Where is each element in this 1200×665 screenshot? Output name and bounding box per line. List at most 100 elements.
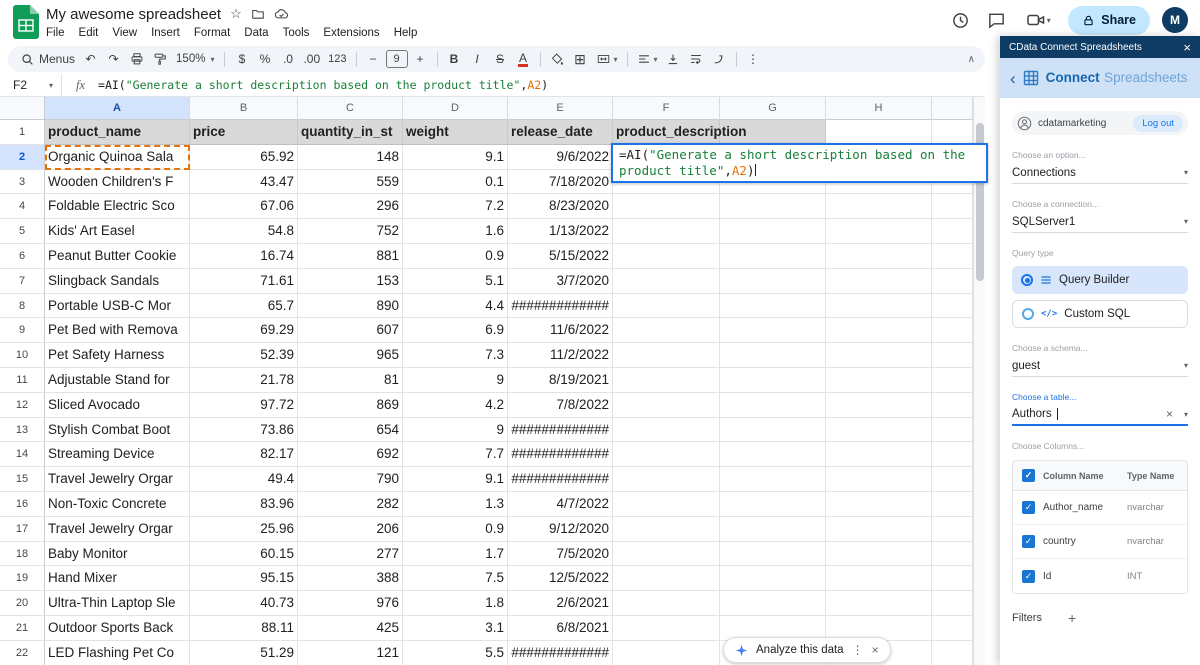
cell-B16[interactable]: 83.96 bbox=[190, 492, 298, 517]
cell-X17[interactable] bbox=[932, 517, 973, 542]
cell-B22[interactable]: 51.29 bbox=[190, 641, 298, 665]
cell-X21[interactable] bbox=[932, 616, 973, 641]
cell-X14[interactable] bbox=[932, 442, 973, 467]
cell-G15[interactable] bbox=[720, 467, 826, 492]
cell-G7[interactable] bbox=[720, 269, 826, 294]
select-all-corner[interactable] bbox=[0, 97, 45, 120]
cell-H12[interactable] bbox=[826, 393, 932, 418]
cell-H14[interactable] bbox=[826, 442, 932, 467]
horizontal-align-button[interactable]: ▾ bbox=[634, 48, 661, 70]
increase-decimal-button[interactable]: .00 bbox=[300, 48, 323, 70]
cell-A8[interactable]: Portable USB-C Mor bbox=[45, 294, 190, 319]
cell-G4[interactable] bbox=[720, 194, 826, 219]
cell-H1[interactable] bbox=[826, 120, 932, 145]
version-history-icon[interactable] bbox=[948, 8, 972, 32]
strikethrough-button[interactable]: S bbox=[490, 48, 511, 70]
cell-A3[interactable]: Wooden Children's F bbox=[45, 170, 190, 195]
cell-B10[interactable]: 52.39 bbox=[190, 343, 298, 368]
cell-E3[interactable]: 7/18/2020 bbox=[508, 170, 613, 195]
cell-B19[interactable]: 95.15 bbox=[190, 566, 298, 591]
number-format-button[interactable]: 123 bbox=[325, 48, 349, 70]
cell-G17[interactable] bbox=[720, 517, 826, 542]
column-header-E[interactable]: E bbox=[508, 97, 613, 120]
increase-font-button[interactable]: + bbox=[410, 48, 431, 70]
row-header-14[interactable]: 14 bbox=[0, 442, 45, 467]
percent-format-button[interactable]: % bbox=[254, 48, 275, 70]
row-header-20[interactable]: 20 bbox=[0, 591, 45, 616]
paint-format-button[interactable] bbox=[149, 48, 170, 70]
column-checkbox-Author_name[interactable]: ✓ bbox=[1022, 501, 1035, 514]
cell-D7[interactable]: 5.1 bbox=[403, 269, 508, 294]
menu-format[interactable]: Format bbox=[187, 26, 237, 40]
cell-H5[interactable] bbox=[826, 219, 932, 244]
chip-more-icon[interactable]: ⋮ bbox=[852, 643, 864, 657]
decrease-font-button[interactable]: − bbox=[363, 48, 384, 70]
cell-D1[interactable]: weight bbox=[403, 120, 508, 145]
cell-H10[interactable] bbox=[826, 343, 932, 368]
menu-help[interactable]: Help bbox=[387, 26, 425, 40]
cell-F16[interactable] bbox=[613, 492, 720, 517]
more-tools-button[interactable]: ⋮ bbox=[743, 48, 764, 70]
decrease-decimal-button[interactable]: .0 bbox=[277, 48, 298, 70]
cell-A21[interactable]: Outdoor Sports Back bbox=[45, 616, 190, 641]
cell-D9[interactable]: 6.9 bbox=[403, 318, 508, 343]
cell-E20[interactable]: 2/6/2021 bbox=[508, 591, 613, 616]
cell-X8[interactable] bbox=[932, 294, 973, 319]
cell-D15[interactable]: 9.1 bbox=[403, 467, 508, 492]
cell-D3[interactable]: 0.1 bbox=[403, 170, 508, 195]
row-header-6[interactable]: 6 bbox=[0, 244, 45, 269]
cell-E15[interactable]: ############# bbox=[508, 467, 613, 492]
row-header-10[interactable]: 10 bbox=[0, 343, 45, 368]
clear-icon[interactable]: × bbox=[1166, 407, 1173, 421]
cell-B9[interactable]: 69.29 bbox=[190, 318, 298, 343]
cell-H11[interactable] bbox=[826, 368, 932, 393]
cell-X20[interactable] bbox=[932, 591, 973, 616]
cell-X15[interactable] bbox=[932, 467, 973, 492]
connection-select[interactable]: SQLServer1 ▾ bbox=[1012, 211, 1188, 233]
row-header-7[interactable]: 7 bbox=[0, 269, 45, 294]
cell-B18[interactable]: 60.15 bbox=[190, 542, 298, 567]
cell-C9[interactable]: 607 bbox=[298, 318, 403, 343]
column-row-country[interactable]: ✓countrynvarchar bbox=[1013, 525, 1187, 559]
cell-B13[interactable]: 73.86 bbox=[190, 418, 298, 443]
cell-G6[interactable] bbox=[720, 244, 826, 269]
cell-C1[interactable]: quantity_in_st bbox=[298, 120, 403, 145]
row-header-11[interactable]: 11 bbox=[0, 368, 45, 393]
currency-format-button[interactable]: $ bbox=[231, 48, 252, 70]
cell-G14[interactable] bbox=[720, 442, 826, 467]
cell-X16[interactable] bbox=[932, 492, 973, 517]
column-header-F[interactable]: F bbox=[613, 97, 720, 120]
column-row-Author_name[interactable]: ✓Author_namenvarchar bbox=[1013, 491, 1187, 525]
cell-C10[interactable]: 965 bbox=[298, 343, 403, 368]
row-header-22[interactable]: 22 bbox=[0, 641, 45, 665]
cell-A6[interactable]: Peanut Butter Cookie bbox=[45, 244, 190, 269]
column-header-G[interactable]: G bbox=[720, 97, 826, 120]
cell-C21[interactable]: 425 bbox=[298, 616, 403, 641]
cell-C4[interactable]: 296 bbox=[298, 194, 403, 219]
cell-F9[interactable] bbox=[613, 318, 720, 343]
cell-G5[interactable] bbox=[720, 219, 826, 244]
cell-A22[interactable]: LED Flashing Pet Co bbox=[45, 641, 190, 665]
cell-B17[interactable]: 25.96 bbox=[190, 517, 298, 542]
radio-unselected-icon[interactable] bbox=[1022, 308, 1034, 320]
cell-A9[interactable]: Pet Bed with Remova bbox=[45, 318, 190, 343]
menu-file[interactable]: File bbox=[39, 26, 72, 40]
cell-A20[interactable]: Ultra-Thin Laptop Sle bbox=[45, 591, 190, 616]
row-header-21[interactable]: 21 bbox=[0, 616, 45, 641]
add-filter-icon[interactable]: + bbox=[1068, 610, 1076, 626]
cell-X5[interactable] bbox=[932, 219, 973, 244]
cell-A15[interactable]: Travel Jewelry Orgar bbox=[45, 467, 190, 492]
share-button[interactable]: Share bbox=[1068, 6, 1150, 35]
cell-B21[interactable]: 88.11 bbox=[190, 616, 298, 641]
row-header-15[interactable]: 15 bbox=[0, 467, 45, 492]
cell-E1[interactable]: release_date bbox=[508, 120, 613, 145]
select-all-checkbox[interactable]: ✓ bbox=[1022, 469, 1035, 482]
cell-G20[interactable] bbox=[720, 591, 826, 616]
cell-C3[interactable]: 559 bbox=[298, 170, 403, 195]
cell-A17[interactable]: Travel Jewelry Orgar bbox=[45, 517, 190, 542]
cell-A16[interactable]: Non-Toxic Concrete bbox=[45, 492, 190, 517]
cell-X7[interactable] bbox=[932, 269, 973, 294]
cell-E7[interactable]: 3/7/2020 bbox=[508, 269, 613, 294]
cell-H7[interactable] bbox=[826, 269, 932, 294]
cell-X13[interactable] bbox=[932, 418, 973, 443]
